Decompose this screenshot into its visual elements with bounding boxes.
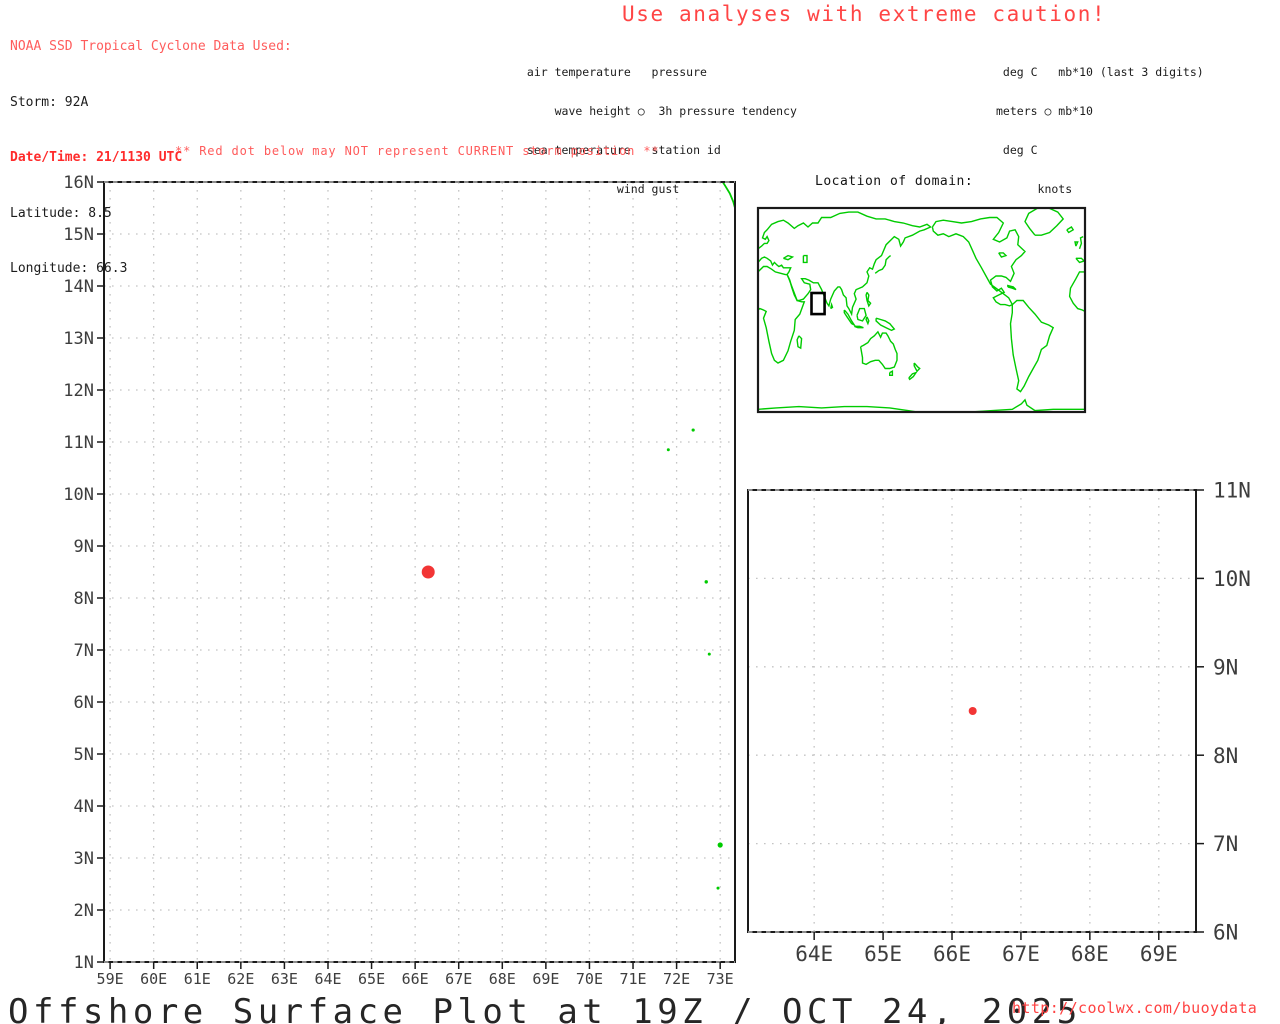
coastline	[843, 309, 857, 327]
inset-map-title: Location of domain:	[815, 174, 974, 189]
coastline	[830, 301, 834, 310]
coastline	[889, 370, 894, 376]
x-tick-label: 64E	[795, 942, 833, 966]
coastline	[908, 371, 918, 381]
coastline	[998, 252, 1008, 258]
x-tick-label: 63E	[271, 970, 298, 988]
x-tick-label: 66E	[933, 942, 971, 966]
x-tick-label: 70E	[576, 970, 603, 988]
island-mark	[704, 580, 708, 584]
offshore-surface-plot: 59E 60E 61E 62E 63E 64E 65E 66E 67E 68E 69E 70E 71E 7…	[0, 0, 1280, 1024]
zoom-map: 64E 65E 66E 67E 68E 69E 11N 10N 9N 8N 7N 6N	[747, 479, 1251, 966]
x-tick-label: 61E	[184, 970, 211, 988]
island-mark	[707, 652, 711, 656]
tc-data-header: NOAA SSD Tropical Cyclone Data Used: Sto…	[10, 1, 292, 316]
map-border	[756, 206, 1087, 414]
legend-line: air temperature pressure	[520, 65, 707, 79]
x-tick-label: 62E	[227, 970, 254, 988]
legend-line: knots	[996, 182, 1073, 196]
coastline	[875, 317, 896, 332]
source-url: http://coolwx.com/buoydata	[1012, 999, 1258, 1017]
coastline	[1068, 271, 1085, 313]
island-mark	[716, 886, 720, 890]
y-tick-label: 10N	[1213, 567, 1251, 591]
y-tick-label: 1N	[74, 953, 94, 973]
coastline	[854, 325, 864, 329]
x-tick-label: 73E	[707, 970, 734, 988]
y-tick-label: 7N	[1213, 832, 1238, 856]
y-tick-label: 4N	[74, 797, 94, 817]
coastline	[758, 211, 932, 317]
y-tick-label: 3N	[74, 849, 94, 869]
coastline	[796, 335, 803, 350]
caution-banner: Use analyses with extreme caution!	[622, 2, 1107, 26]
y-tick-label: 6N	[74, 693, 94, 713]
island-mark	[717, 842, 723, 848]
coastline	[1066, 226, 1075, 234]
plot-title: Offshore Surface Plot at 19Z / OCT 24, 2…	[8, 992, 1082, 1024]
x-tick-label: 67E	[1002, 942, 1040, 966]
coastline	[913, 362, 921, 373]
x-tick-label: 64E	[314, 970, 341, 988]
storm-position-dot	[421, 565, 435, 579]
y-tick-label: 8N	[74, 589, 94, 609]
x-tick-label: 72E	[663, 970, 690, 988]
coastline	[931, 216, 1026, 307]
coastline	[802, 254, 808, 264]
y-tick-label: 6N	[1213, 921, 1238, 945]
y-tick-label: 11N	[63, 433, 94, 453]
island-mark	[691, 428, 695, 432]
coastline	[865, 291, 872, 308]
coastline	[1007, 284, 1017, 291]
coastline	[1075, 257, 1085, 264]
y-tick-label: 12N	[63, 381, 94, 401]
x-tick-label: 65E	[864, 942, 902, 966]
y-tick-label: 2N	[74, 901, 94, 921]
coastline	[1009, 299, 1055, 393]
x-tick-label: 60E	[140, 970, 167, 988]
y-tick-label: 8N	[1213, 744, 1238, 768]
world-map	[756, 206, 1087, 414]
y-tick-label: 9N	[1213, 655, 1238, 679]
storm-longitude: Longitude: 66.3	[10, 261, 128, 276]
legend-line: deg C	[996, 143, 1038, 157]
coastline	[1078, 235, 1084, 250]
legend-line: meters ○ mb*10	[996, 104, 1093, 118]
y-tick-label: 5N	[74, 745, 94, 765]
coastline	[1074, 241, 1079, 247]
station-model-legend: air temperature pressure wave height ○ 3…	[520, 40, 797, 222]
x-tick-label: 69E	[1140, 942, 1178, 966]
x-tick-label: 59E	[97, 970, 124, 988]
legend-line: deg C mb*10 (last 3 digits)	[996, 65, 1204, 79]
y-tick-label: 9N	[74, 537, 94, 557]
island-mark	[666, 448, 670, 452]
units-legend: deg C mb*10 (last 3 digits) meters ○ mb*…	[996, 40, 1204, 222]
storm-position-note: ** Red dot below may NOT represent CURRE…	[175, 144, 660, 158]
x-tick-label: 69E	[532, 970, 559, 988]
y-tick-label: 7N	[74, 641, 94, 661]
domain-box	[810, 291, 826, 316]
coastline	[783, 254, 795, 261]
legend-line: wind gust	[520, 182, 680, 196]
coastline	[758, 265, 806, 364]
coastline	[856, 307, 867, 322]
y-tick-label: 13N	[63, 329, 94, 349]
y-tick-label: 11N	[1213, 479, 1251, 503]
x-tick-label: 68E	[489, 970, 516, 988]
y-tick-label: 10N	[63, 485, 94, 505]
storm-position-dot	[968, 707, 977, 715]
storm-latitude: Latitude: 8.5	[10, 205, 112, 221]
x-tick-label: 68E	[1071, 942, 1109, 966]
noaa-source-line: NOAA SSD Tropical Cyclone Data Used:	[10, 39, 292, 54]
x-tick-label: 67E	[445, 970, 472, 988]
x-tick-label: 71E	[619, 970, 646, 988]
legend-line: wave height ○ 3h pressure tendency	[520, 104, 797, 118]
coastline	[865, 316, 870, 326]
x-tick-label: 65E	[358, 970, 385, 988]
coastline	[859, 330, 898, 370]
x-tick-label: 66E	[402, 970, 429, 988]
storm-id: Storm: 92A	[10, 94, 89, 110]
